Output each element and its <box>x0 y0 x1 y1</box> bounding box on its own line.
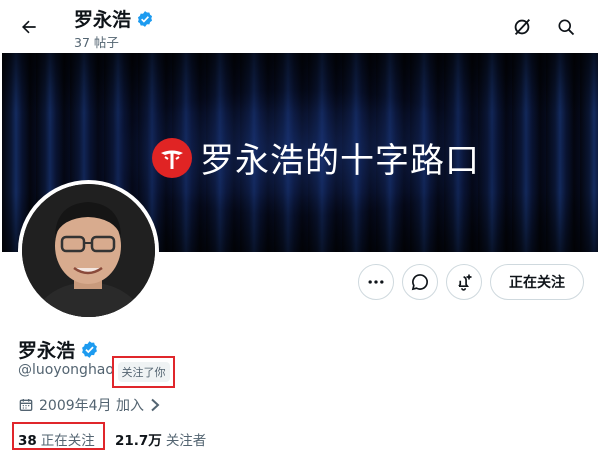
following-button[interactable]: 正在关注 <box>490 264 584 300</box>
following-stat-label: 正在关注 <box>40 433 95 449</box>
followers-count: 21.7万 <box>115 433 162 449</box>
header-title: 罗永浩 <box>74 5 154 32</box>
profile-name: 罗永浩 <box>18 340 76 362</box>
chevron-right-icon <box>151 398 160 412</box>
calendar-icon <box>19 399 33 411</box>
follows-you-label: 关注了你 <box>117 362 170 382</box>
profile-header: 罗永浩 37 帖子 <box>0 0 600 53</box>
notify-button[interactable] <box>446 264 482 300</box>
avatar-photo <box>22 184 155 317</box>
handle-row: @luoyonghao <box>18 362 114 378</box>
grok-button[interactable] <box>507 12 537 42</box>
arrow-left-icon <box>22 20 36 34</box>
profile-name-row: 罗永浩 <box>18 336 99 363</box>
following-stat[interactable]: 38 正在关注 <box>18 429 95 449</box>
followers-stat-label: 关注者 <box>165 433 207 449</box>
search-button[interactable] <box>551 12 581 42</box>
followers-stat[interactable]: 21.7万 关注者 <box>115 429 206 449</box>
red-circle-tree-logo <box>152 137 192 178</box>
profile-handle: @luoyonghao <box>18 362 114 378</box>
joined-date[interactable]: 2009年4月 加入 <box>18 395 161 415</box>
follows-you-badge: 关注了你 <box>112 356 175 388</box>
following-count: 38 <box>18 433 37 449</box>
more-dots-icon <box>368 280 384 284</box>
verified-badge-icon <box>137 10 153 27</box>
banner-title: 罗永浩的十字路口 <box>152 133 480 182</box>
back-button[interactable] <box>12 10 46 44</box>
grok-slash-circle-icon <box>514 19 531 35</box>
header-name: 罗永浩 <box>74 9 132 31</box>
verified-badge-icon[interactable] <box>80 340 99 359</box>
message-button[interactable] <box>402 264 438 300</box>
message-bubble-icon <box>411 274 428 291</box>
notification-bell-plus-icon <box>458 274 472 291</box>
banner-text: 罗永浩的十字路口 <box>200 141 480 181</box>
joined-label: 2009年4月 加入 <box>39 398 144 414</box>
post-count: 37 帖子 <box>74 35 119 50</box>
search-icon <box>558 19 575 36</box>
avatar[interactable] <box>18 180 159 321</box>
more-button[interactable] <box>358 264 394 300</box>
